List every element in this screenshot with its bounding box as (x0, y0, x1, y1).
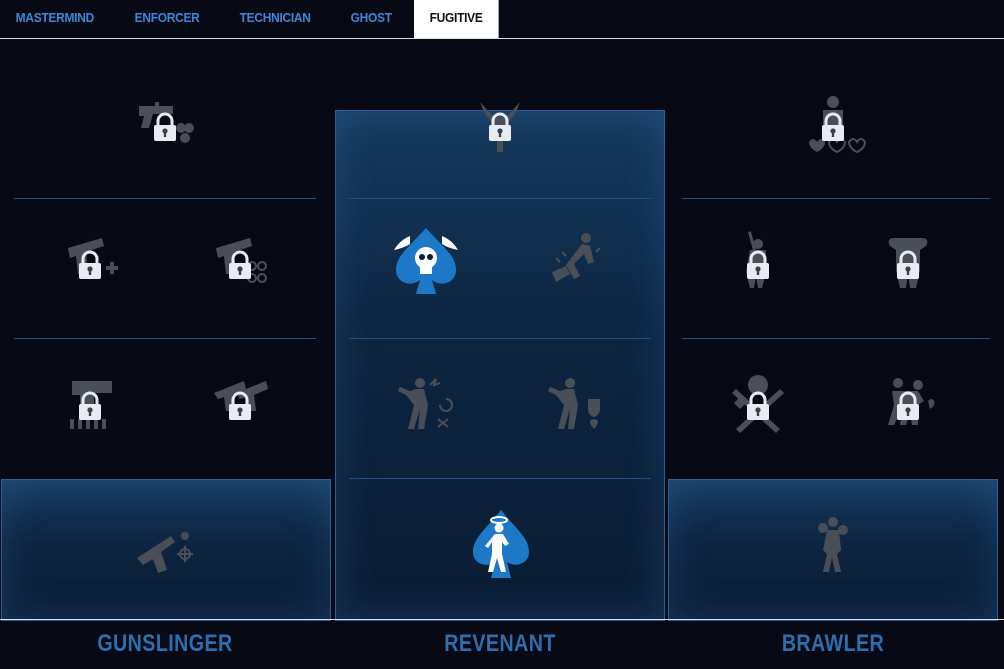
lock-icon (226, 250, 254, 280)
winged-skull-spade-icon[interactable] (386, 222, 466, 302)
pistol-plus-icon[interactable] (50, 222, 130, 302)
lock-icon (226, 391, 254, 421)
tab-technician[interactable]: TECHNICIAN (224, 0, 326, 38)
brawler-tier-4 (682, 59, 990, 199)
pistol-targets-icon[interactable] (200, 222, 280, 302)
brawler-tier-3 (682, 198, 990, 338)
lock-icon (819, 112, 847, 142)
lock-icon (744, 250, 772, 280)
brawler-tier-1 (682, 478, 990, 618)
haloed-spade-figure-icon[interactable] (461, 506, 541, 586)
revolver-skulls-icon[interactable] (125, 84, 205, 164)
gunslinger-tier-1 (14, 478, 316, 618)
skill-class-tabs: MASTERMIND ENFORCER TECHNICIAN GHOST FUG… (0, 0, 505, 38)
tree-title-brawler[interactable]: BRAWLER (698, 630, 969, 658)
falling-figure-icon[interactable] (536, 222, 616, 302)
strongman-icon[interactable] (868, 222, 948, 302)
tab-fugitive[interactable]: FUGITIVE (413, 0, 498, 38)
gunslinger-tier-3 (14, 198, 316, 338)
boxer-icon[interactable] (793, 506, 873, 586)
dual-pistols-icon[interactable] (200, 363, 280, 443)
tree-title-revenant[interactable]: REVENANT (365, 630, 636, 658)
brawler-tier-2 (682, 338, 990, 478)
tab-mastermind[interactable]: MASTERMIND (0, 0, 110, 38)
lock-icon (744, 391, 772, 421)
fighter-hearts-icon[interactable] (793, 84, 873, 164)
tree-title-gunslinger[interactable]: GUNSLINGER (30, 630, 301, 658)
gunslinger-tier-2 (14, 338, 316, 478)
revenant-tier-1 (349, 478, 651, 618)
lock-icon (894, 391, 922, 421)
electrified-figure-health-icon[interactable] (536, 363, 616, 443)
revenant-tier-4 (349, 59, 651, 199)
footer-divider (0, 619, 1004, 620)
tab-ghost[interactable]: GHOST (335, 0, 407, 38)
revenant-tier-3 (349, 198, 651, 338)
lock-icon (894, 250, 922, 280)
skull-crossed-axes-icon[interactable] (718, 363, 798, 443)
electrified-figure-swap-icon[interactable] (386, 363, 466, 443)
winged-ace-icon[interactable] (460, 84, 540, 164)
gunslinger-tree (0, 39, 331, 621)
lock-icon (76, 391, 104, 421)
grappling-figures-icon[interactable] (868, 363, 948, 443)
gunslinger-tier-4 (14, 59, 316, 199)
brawler-tree (668, 39, 1004, 621)
lock-icon (486, 112, 514, 142)
lock-icon (151, 112, 179, 142)
revenant-tree (335, 39, 665, 621)
pistol-ammo-icon[interactable] (50, 363, 130, 443)
tab-enforcer[interactable]: ENFORCER (119, 0, 215, 38)
revolver-crosshair-icon[interactable] (125, 506, 205, 586)
baton-figure-icon[interactable] (718, 222, 798, 302)
lock-icon (76, 250, 104, 280)
revenant-tier-2 (349, 338, 651, 478)
